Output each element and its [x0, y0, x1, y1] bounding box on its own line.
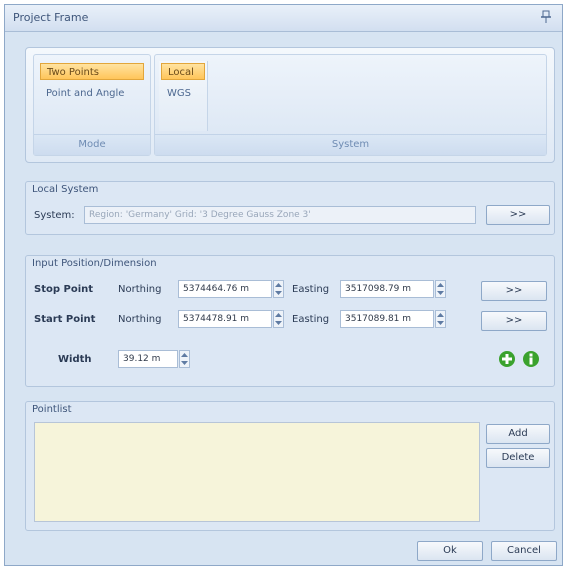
stop-point-label: Stop Point: [34, 284, 94, 295]
pointlist-area[interactable]: [34, 422, 480, 522]
system-group: Local WGS System: [154, 54, 547, 156]
local-system-section: Local System System: Region: 'Germany' G…: [25, 181, 555, 235]
start-point-browse-button[interactable]: >>: [481, 311, 547, 331]
stop-northing-label: Northing: [118, 284, 162, 295]
system-wgs[interactable]: WGS: [161, 85, 217, 102]
mode-group: Two Points Point and Angle Mode: [33, 54, 151, 156]
stop-easting-input[interactable]: 3517098.79 m: [340, 280, 434, 298]
ribbon-panel: Two Points Point and Angle Mode Local WG…: [25, 47, 555, 163]
start-point-label: Start Point: [34, 314, 96, 325]
width-input[interactable]: 39.12 m: [118, 350, 178, 368]
start-northing-label: Northing: [118, 314, 162, 325]
window-title: Project Frame: [13, 11, 89, 24]
system-group-label: System: [155, 134, 546, 155]
start-easting-input[interactable]: 3517089.81 m: [340, 310, 434, 328]
ok-button[interactable]: Ok: [417, 541, 483, 561]
start-northing-spinner[interactable]: [273, 310, 284, 328]
input-position-title: Input Position/Dimension: [32, 258, 157, 269]
input-position-section: Input Position/Dimension Stop Point Nort…: [25, 255, 555, 387]
start-easting-label: Easting: [292, 314, 330, 325]
cancel-button[interactable]: Cancel: [491, 541, 557, 561]
width-spinner[interactable]: [179, 350, 190, 368]
add-circle-icon[interactable]: [498, 350, 516, 368]
stop-point-browse-button[interactable]: >>: [481, 281, 547, 301]
info-circle-icon[interactable]: [522, 350, 540, 368]
pointlist-title: Pointlist: [32, 404, 72, 415]
stop-easting-label: Easting: [292, 284, 330, 295]
pin-icon[interactable]: [540, 10, 552, 24]
project-frame-window: Project Frame Two Points Point and Angle…: [4, 4, 563, 566]
add-button[interactable]: Add: [486, 424, 550, 444]
system-label: System:: [34, 210, 75, 221]
system-browse-button[interactable]: >>: [486, 205, 550, 225]
title-bar: Project Frame: [5, 5, 562, 32]
mode-two-points[interactable]: Two Points: [40, 63, 144, 80]
pointlist-section: Pointlist Add Delete: [25, 401, 555, 531]
mode-point-and-angle[interactable]: Point and Angle: [40, 85, 156, 102]
system-list: Local WGS: [159, 61, 208, 131]
delete-button[interactable]: Delete: [486, 448, 550, 468]
start-easting-spinner[interactable]: [435, 310, 446, 328]
local-system-title: Local System: [32, 184, 99, 195]
start-northing-input[interactable]: 5374478.91 m: [178, 310, 272, 328]
stop-northing-input[interactable]: 5374464.76 m: [178, 280, 272, 298]
width-label: Width: [58, 354, 92, 365]
system-local[interactable]: Local: [161, 63, 205, 80]
stop-northing-spinner[interactable]: [273, 280, 284, 298]
stop-easting-spinner[interactable]: [435, 280, 446, 298]
mode-group-label: Mode: [34, 134, 150, 155]
system-field[interactable]: Region: 'Germany' Grid: '3 Degree Gauss …: [84, 206, 476, 224]
